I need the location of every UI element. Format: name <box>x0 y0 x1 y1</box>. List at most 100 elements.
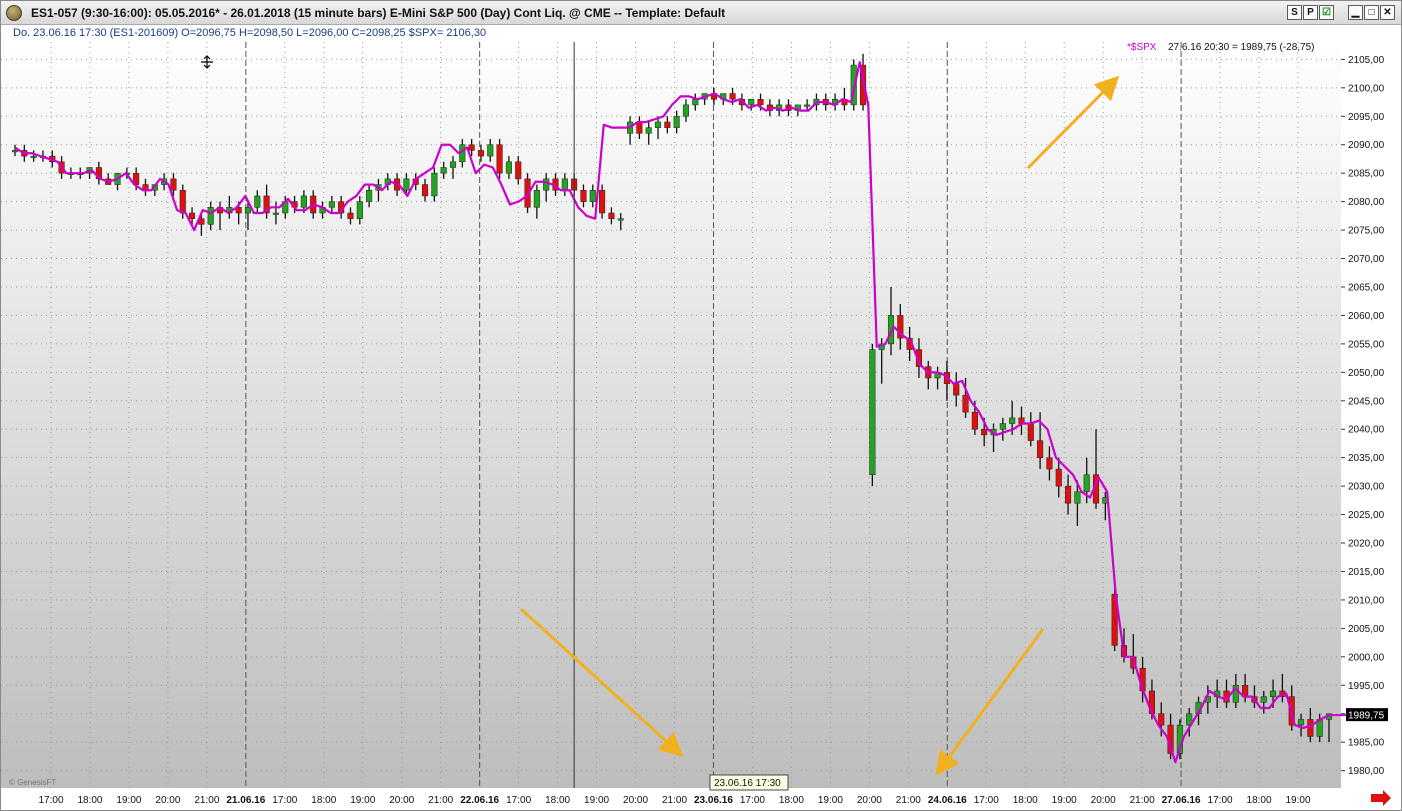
maximize-icon: □ <box>1368 7 1375 18</box>
time-tick-label: 21:00 <box>662 795 687 806</box>
price-tick-label: 2045,00 <box>1348 396 1385 407</box>
candle-body <box>403 178 410 191</box>
candle-body <box>11 150 19 153</box>
candle-body <box>953 383 960 396</box>
price-tick-label: 2025,00 <box>1348 510 1385 521</box>
candle-body <box>328 201 335 208</box>
time-tick-label: 18:00 <box>545 795 570 806</box>
price-tick-label: 2030,00 <box>1348 482 1385 493</box>
cursor-time-label: 23.06.16 17:30 <box>709 774 789 791</box>
time-tick-label: 19:00 <box>1052 795 1077 806</box>
candle-body <box>347 212 354 219</box>
candle-body <box>254 195 261 208</box>
time-tick-label: 20:00 <box>155 795 180 806</box>
candle-body <box>356 201 363 219</box>
candle-body <box>207 207 214 225</box>
candle-body <box>999 423 1006 430</box>
price-tick-label: 2010,00 <box>1348 595 1385 606</box>
price-tick-label: 1980,00 <box>1348 766 1385 777</box>
close-icon: ✕ <box>1383 7 1392 18</box>
date-tick-label: 27.06.16 <box>1162 795 1201 806</box>
price-tick-label: 1985,00 <box>1348 738 1385 749</box>
price-tick-label: 2085,00 <box>1348 169 1385 180</box>
candle-body <box>673 116 680 128</box>
price-tick-label: 2050,00 <box>1348 368 1385 379</box>
candle-body <box>300 195 307 208</box>
candle-body <box>1046 457 1053 470</box>
candle-body <box>496 144 503 174</box>
time-tick-label: 17:00 <box>974 795 999 806</box>
time-tick-label: 20:00 <box>857 795 882 806</box>
time-tick-label: 21:00 <box>1130 795 1155 806</box>
maximize-button[interactable]: □ <box>1364 5 1379 20</box>
candle-body <box>533 189 540 208</box>
candle-body <box>487 144 494 157</box>
time-tick-label: 20:00 <box>623 795 648 806</box>
last-price-marker: 1989,75 <box>1346 708 1388 722</box>
candle-body <box>608 212 615 219</box>
s-button[interactable]: S <box>1287 5 1302 20</box>
date-tick-label: 21.06.16 <box>226 795 265 806</box>
price-tick-label: 2015,00 <box>1348 567 1385 578</box>
price-tick-label: 2095,00 <box>1348 112 1385 123</box>
minimize-icon: ▁ <box>1351 7 1360 18</box>
time-tick-label: 17:00 <box>38 795 63 806</box>
price-tick-label: 2080,00 <box>1348 197 1385 208</box>
date-tick-label: 24.06.16 <box>928 795 967 806</box>
candle-body <box>617 218 624 221</box>
time-tick-label: 17:00 <box>1208 795 1233 806</box>
price-tick-label: 2090,00 <box>1348 140 1385 151</box>
price-tick-label: 2060,00 <box>1348 311 1385 322</box>
candle-body <box>515 161 522 180</box>
p-button[interactable]: P <box>1303 5 1318 20</box>
candle-body <box>170 178 177 191</box>
svg-text:1989,75: 1989,75 <box>1348 711 1385 722</box>
time-tick-label: 21:00 <box>896 795 921 806</box>
checkbox-button[interactable]: ☑ <box>1319 5 1334 20</box>
candle-body <box>440 167 447 174</box>
candle-body <box>971 411 978 430</box>
candle-body <box>431 172 438 197</box>
candle-body <box>421 184 429 197</box>
price-tick-label: 1995,00 <box>1348 681 1385 692</box>
time-tick-label: 19:00 <box>818 795 843 806</box>
candle-body <box>729 93 736 100</box>
quote-info-bar: Do. 23.06.16 17:30 (ES1-201609) O=2096,7… <box>1 25 1401 42</box>
time-tick-label: 17:00 <box>272 795 297 806</box>
time-tick-label: 18:00 <box>779 795 804 806</box>
date-tick-label: 22.06.16 <box>460 795 499 806</box>
minimize-button[interactable]: ▁ <box>1348 5 1363 20</box>
candle-body <box>599 189 606 214</box>
candle-body <box>664 121 671 128</box>
candle-body <box>654 121 662 128</box>
price-tick-label: 2105,00 <box>1348 55 1385 66</box>
time-tick-label: 19:00 <box>584 795 609 806</box>
price-tick-label: 2070,00 <box>1348 254 1385 265</box>
time-tick-label: 18:00 <box>1247 795 1272 806</box>
spx-readout: 27.6.16 20:30 = 1989,75 (-28,75) <box>1168 42 1315 53</box>
candle-body <box>30 155 37 158</box>
candle-body <box>645 127 652 134</box>
time-tick-label: 18:00 <box>311 795 336 806</box>
candle-body <box>505 161 512 174</box>
price-chart[interactable]: 1980,001985,001990,001995,002000,002005,… <box>1 42 1401 810</box>
time-tick-label: 17:00 <box>506 795 531 806</box>
candle-body <box>1037 440 1044 458</box>
candle-body <box>272 212 279 215</box>
candle-body <box>682 104 690 117</box>
candle-body <box>1297 719 1305 726</box>
svg-text:23.06.16 17:30: 23.06.16 17:30 <box>714 778 781 789</box>
price-tick-label: 2005,00 <box>1348 624 1385 635</box>
candle-body <box>449 161 457 168</box>
candle-body <box>1158 713 1165 726</box>
spx-legend-label: *$SPX <box>1127 42 1157 53</box>
candle-body <box>468 144 475 151</box>
candle-body <box>1307 719 1314 737</box>
candle-body <box>1260 696 1267 703</box>
close-button[interactable]: ✕ <box>1380 5 1395 20</box>
price-tick-label: 2000,00 <box>1348 652 1385 663</box>
time-tick-label: 20:00 <box>1091 795 1116 806</box>
price-tick-label: 2035,00 <box>1348 453 1385 464</box>
price-tick-label: 2040,00 <box>1348 425 1385 436</box>
time-tick-label: 21:00 <box>194 795 219 806</box>
